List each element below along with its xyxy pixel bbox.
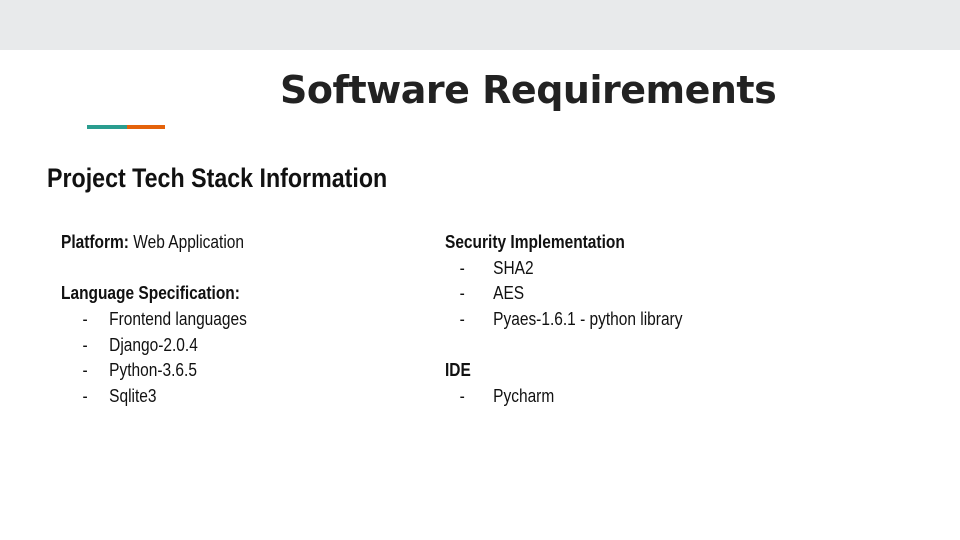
left-column: Platform: Web Application Language Speci… bbox=[61, 230, 247, 410]
accent-line-orange bbox=[127, 125, 165, 129]
security-item: AES bbox=[493, 283, 525, 304]
list-item: - Sqlite3 bbox=[61, 384, 247, 410]
language-label: Language Specification: bbox=[61, 283, 240, 304]
dash-bullet: - bbox=[82, 309, 88, 330]
list-item: - SHA2 bbox=[445, 256, 682, 282]
list-item: - Pycharm bbox=[445, 384, 682, 410]
right-column: Security Implementation - SHA2 - AES - P… bbox=[445, 230, 682, 410]
list-item: - AES bbox=[445, 281, 682, 307]
dash-bullet: - bbox=[82, 386, 88, 407]
list-item: - Frontend languages bbox=[61, 307, 247, 333]
language-item: Python-3.6.5 bbox=[109, 360, 197, 381]
accent-line-teal bbox=[87, 125, 127, 129]
platform-line: Platform: Web Application bbox=[61, 230, 247, 256]
list-item: - Python-3.6.5 bbox=[61, 358, 247, 384]
ide-item: Pycharm bbox=[493, 386, 555, 407]
top-header-band bbox=[0, 0, 960, 50]
list-item: - Pyaes-1.6.1 - python library bbox=[445, 307, 683, 333]
ide-label: IDE bbox=[445, 360, 471, 381]
dash-bullet: - bbox=[459, 283, 465, 304]
security-item: SHA2 bbox=[493, 257, 534, 278]
security-item: Pyaes-1.6.1 - python library bbox=[493, 309, 683, 330]
dash-bullet: - bbox=[82, 360, 88, 381]
language-item: Sqlite3 bbox=[109, 386, 157, 407]
dash-bullet: - bbox=[459, 386, 465, 407]
dash-bullet: - bbox=[82, 334, 88, 355]
language-item: Frontend languages bbox=[109, 309, 247, 330]
platform-value: Web Application bbox=[133, 232, 245, 252]
dash-bullet: - bbox=[459, 309, 465, 330]
slide-title: Software Requirements bbox=[280, 68, 777, 112]
dash-bullet: - bbox=[459, 257, 465, 278]
security-label: Security Implementation bbox=[445, 232, 625, 252]
accent-line bbox=[87, 125, 165, 129]
list-item: - Django-2.0.4 bbox=[61, 333, 247, 359]
section-subtitle: Project Tech Stack Information bbox=[47, 163, 388, 193]
language-item: Django-2.0.4 bbox=[109, 334, 198, 355]
platform-label: Platform: bbox=[61, 232, 129, 252]
